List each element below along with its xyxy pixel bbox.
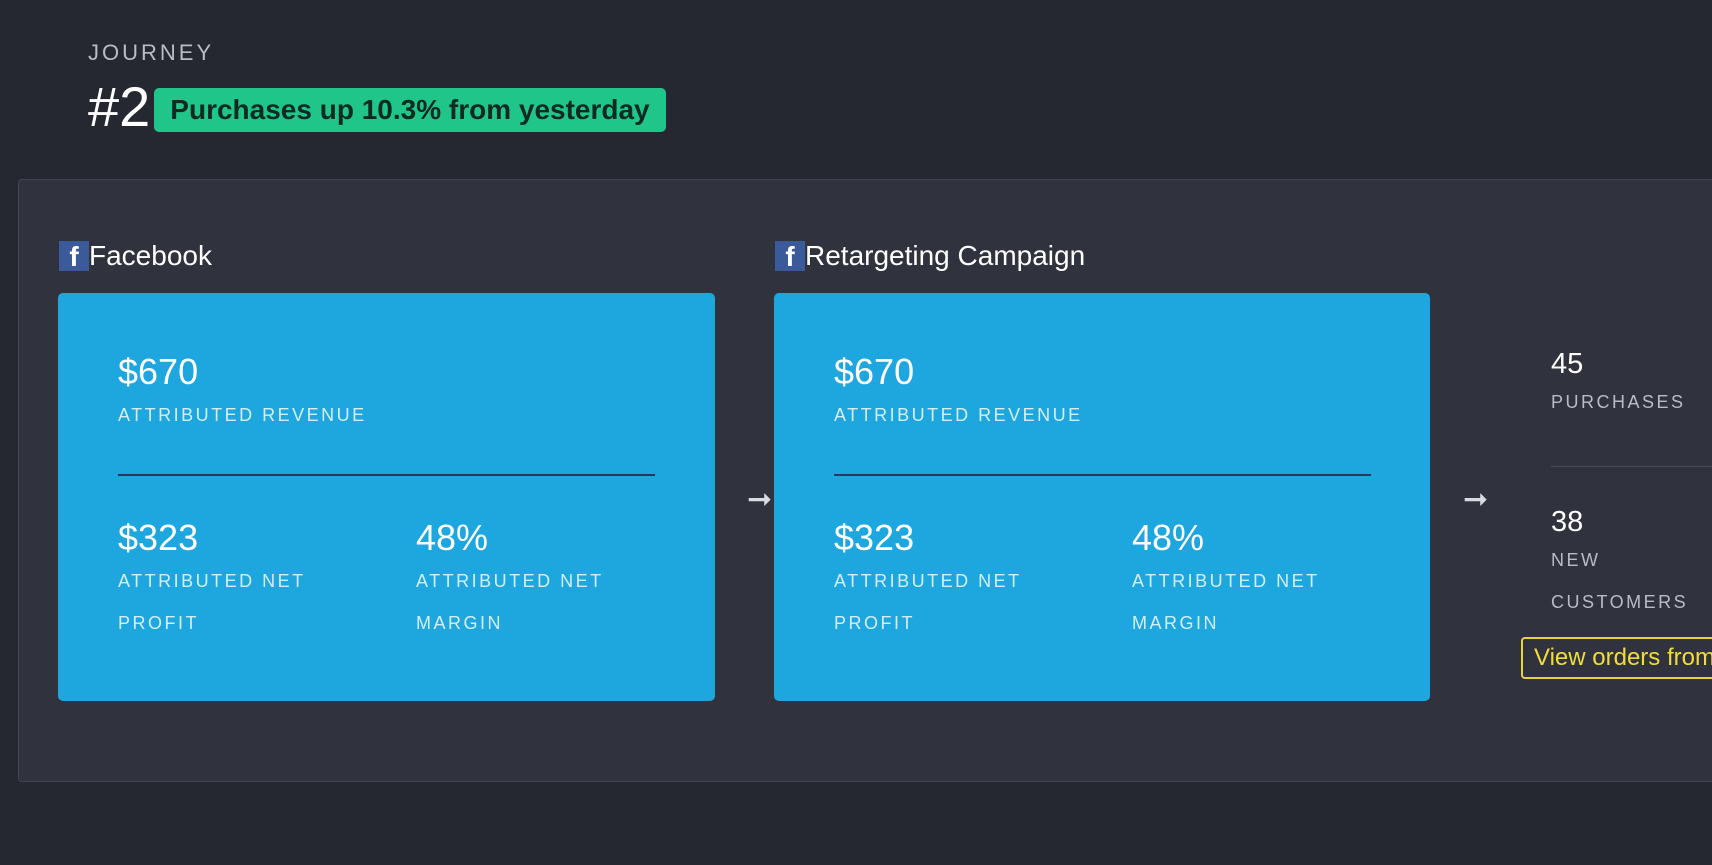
flow-arrow: ➞ [747,483,773,516]
profit-value: $323 [118,517,199,558]
margin-value: 48% [1132,517,1205,558]
trend-badge: Purchases up 10.3% from yesterday [154,88,666,132]
profit-label-line-2: PROFIT [118,613,199,633]
margin-label-line-2: MARGIN [416,613,503,633]
revenue-value: $670 [834,351,915,392]
step-title-label: Retargeting Campaign [805,240,1086,271]
journey-eyebrow: JOURNEY [88,40,215,65]
card-divider [834,474,1371,476]
revenue-label: ATTRIBUTED REVENUE [834,405,1083,425]
metric-card-retargeting[interactable]: $670 ATTRIBUTED REVENUE $323 ATTRIBUTED … [774,293,1430,701]
card-divider [118,474,655,476]
profit-label-line-1: ATTRIBUTED NET [834,571,1022,591]
step-title-retargeting: f Retargeting Campaign [775,240,1085,272]
facebook-icon: f [59,241,89,271]
journey-panel: f Facebook $670 ATTRIBUTED REVENUE $323 … [18,179,1712,782]
margin-label-line-1: ATTRIBUTED NET [1132,571,1320,591]
new-customers-label-line-2: CUSTOMERS [1551,592,1689,612]
margin-value: 48% [416,517,489,558]
profit-label-line-1: ATTRIBUTED NET [118,571,306,591]
metric-card-facebook[interactable]: $670 ATTRIBUTED REVENUE $323 ATTRIBUTED … [58,293,715,701]
purchases-label: PURCHASES [1551,392,1686,412]
new-customers-value: 38 [1551,506,1584,538]
profit-value: $323 [834,517,915,558]
step-title-facebook: f Facebook [59,240,212,272]
new-customers-label-line-1: NEW [1551,550,1601,570]
facebook-icon: f [775,241,805,271]
step-title-label: Facebook [89,240,212,271]
purchases-value: 45 [1551,348,1584,380]
margin-label-line-1: ATTRIBUTED NET [416,571,604,591]
journey-number: #2 [88,75,151,138]
journey-header: #2 Purchases up 10.3% from yesterday [88,76,666,138]
profit-label-line-2: PROFIT [834,613,915,633]
revenue-value: $670 [118,351,199,392]
summary-divider [1551,466,1712,467]
view-orders-link[interactable]: View orders from [1521,637,1712,679]
flow-arrow: ➞ [1463,483,1489,516]
revenue-label: ATTRIBUTED REVENUE [118,405,367,425]
margin-label-line-2: MARGIN [1132,613,1219,633]
